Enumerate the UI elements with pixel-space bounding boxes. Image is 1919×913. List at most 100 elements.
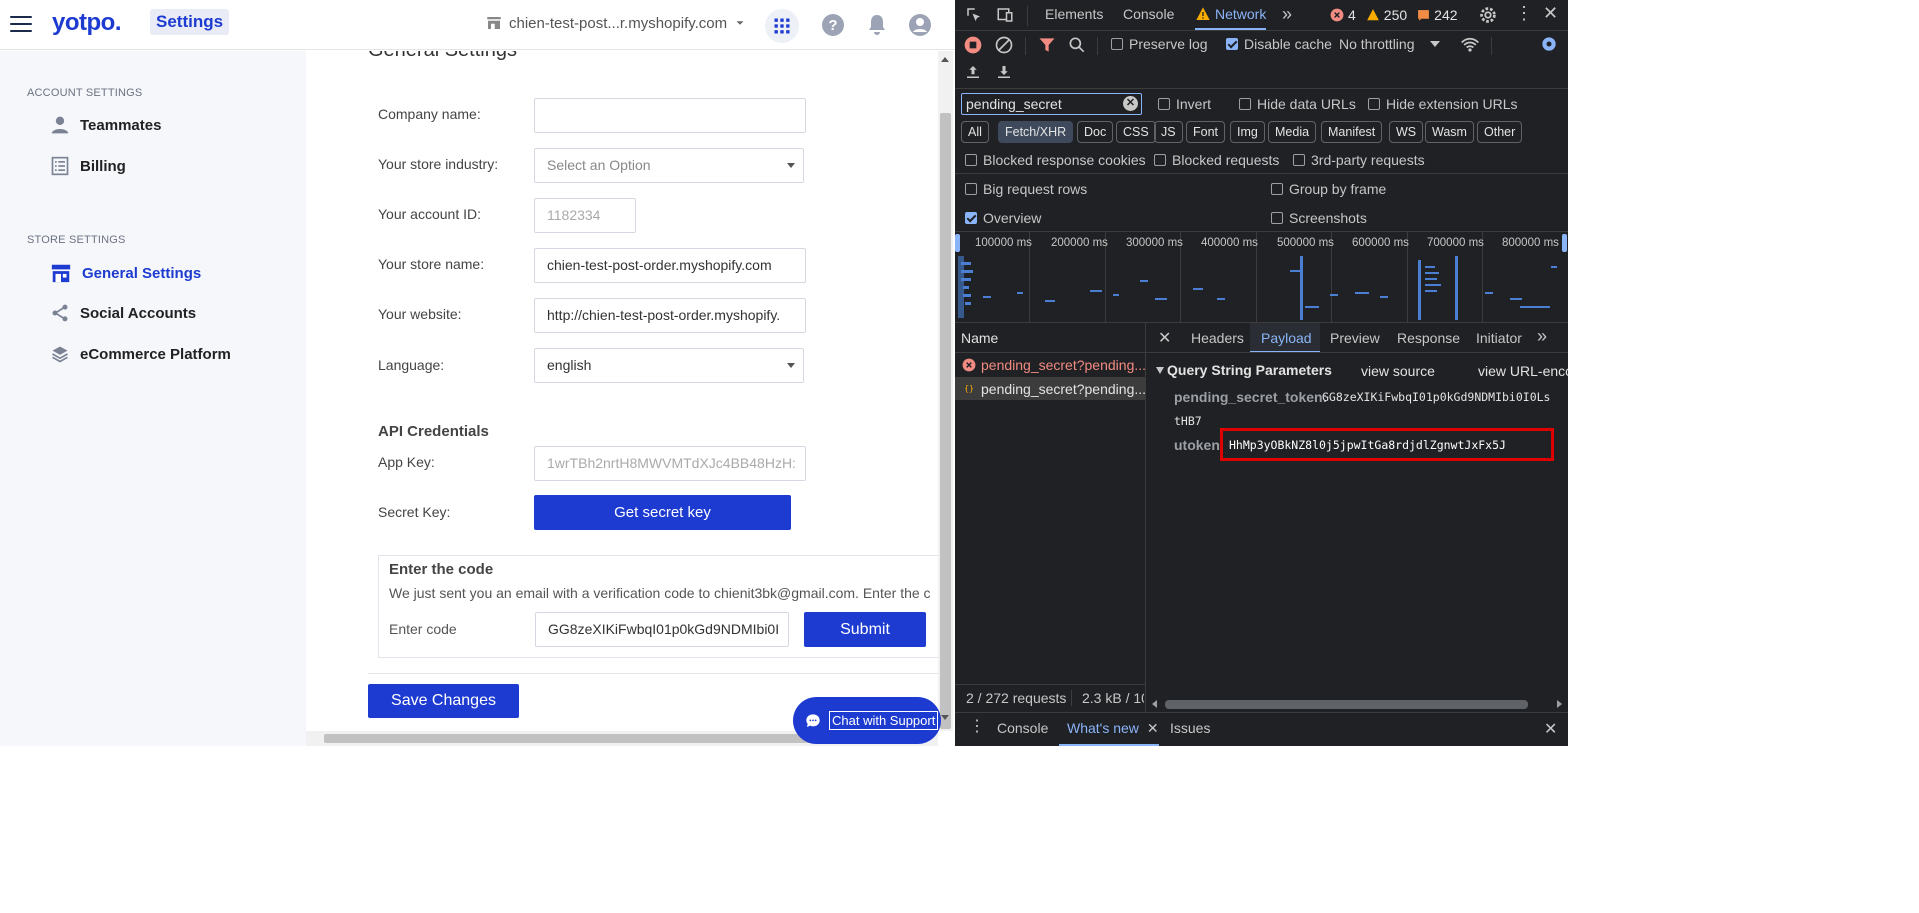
close-tab-icon[interactable]: ✕ [1147, 720, 1159, 736]
preserve-log-checkbox[interactable]: Preserve log [1111, 36, 1208, 52]
blocked-cookies-checkbox[interactable]: Blocked response cookies [965, 152, 1146, 168]
view-source-link[interactable]: view source [1361, 363, 1435, 379]
store-industry-select[interactable]: Select an Option [534, 148, 804, 183]
tab-response[interactable]: Response [1397, 330, 1460, 346]
type-filter-all[interactable]: All [961, 121, 989, 143]
error-counter[interactable]: 4 250 242 [1330, 7, 1458, 23]
name-column-header[interactable]: Name [961, 330, 998, 346]
close-detail-icon[interactable]: ✕ [1158, 328, 1171, 348]
clear-icon[interactable] [994, 35, 1014, 55]
type-filter-wasm[interactable]: Wasm [1425, 121, 1474, 143]
sidebar-item-general-settings[interactable]: General Settings [50, 262, 201, 284]
type-filter-fetch-xhr[interactable]: Fetch/XHR [998, 121, 1074, 143]
utoken-value[interactable]: HhMp3yOBkNZ8l0j5jpwItGa8rdjdlZgnwtJxFx5J [1229, 438, 1506, 452]
gear-icon[interactable] [1477, 4, 1499, 26]
record-stop-icon[interactable] [963, 35, 983, 55]
tab-preview[interactable]: Preview [1330, 330, 1380, 346]
type-filter-manifest[interactable]: Manifest [1321, 121, 1383, 143]
vertical-scrollbar[interactable] [938, 51, 953, 731]
group-by-frame-checkbox[interactable]: Group by frame [1271, 181, 1386, 197]
bell-icon[interactable] [865, 13, 889, 37]
more-subtabs-icon[interactable]: » [1537, 326, 1547, 347]
type-filter-img[interactable]: Img [1230, 121, 1265, 143]
apps-grid-icon[interactable] [765, 9, 799, 43]
invert-checkbox[interactable]: Invert [1158, 96, 1211, 112]
big-request-rows-checkbox[interactable]: Big request rows [965, 181, 1087, 197]
drawer-menu-icon[interactable]: ⋮ [969, 718, 985, 736]
throttling-select[interactable]: No throttling [1339, 36, 1441, 52]
sidebar-item-billing[interactable]: Billing [50, 156, 126, 176]
type-filter-js[interactable]: JS [1154, 121, 1183, 143]
timeline-range-handle-right[interactable] [1562, 234, 1567, 252]
device-toolbar-icon[interactable] [995, 6, 1015, 24]
tab-payload[interactable]: Payload [1250, 323, 1320, 353]
sidebar-item-teammates[interactable]: Teammates [50, 115, 161, 135]
scrollbar-thumb[interactable] [1165, 700, 1528, 709]
yotpo-logo[interactable]: yotpo. [52, 9, 122, 37]
blocked-requests-checkbox[interactable]: Blocked requests [1154, 152, 1279, 168]
tab-console[interactable]: Console [1123, 6, 1174, 22]
overview-checkbox[interactable]: Overview [965, 210, 1041, 226]
drawer-tab-issues[interactable]: Issues [1170, 720, 1210, 736]
disable-cache-checkbox[interactable]: Disable cache [1226, 36, 1332, 52]
type-filter-other[interactable]: Other [1477, 121, 1523, 143]
filter-icon[interactable] [1037, 35, 1057, 55]
download-icon[interactable] [995, 63, 1013, 81]
company-name-input[interactable] [534, 98, 806, 133]
type-filter-font[interactable]: Font [1186, 121, 1226, 143]
tab-network[interactable]: Network [1195, 0, 1267, 30]
verification-code-input[interactable]: GG8zeXIKiFwbqI01p0kGd9NDMIbi0I [535, 612, 789, 647]
clear-filter-icon[interactable]: ✕ [1123, 96, 1138, 111]
view-url-encoded-link[interactable]: view URL-enco [1478, 363, 1568, 379]
close-drawer-icon[interactable]: ✕ [1544, 719, 1557, 739]
inspect-element-icon[interactable] [965, 6, 983, 24]
scrollbar-thumb[interactable] [940, 113, 951, 729]
type-filter-css[interactable]: CSS [1116, 121, 1156, 143]
network-conditions-icon[interactable] [1460, 35, 1480, 55]
request-row-selected[interactable]: {} pending_secret?pending... [955, 377, 1146, 400]
hide-data-urls-checkbox[interactable]: Hide data URLs [1239, 96, 1356, 112]
help-icon[interactable]: ? [821, 13, 845, 37]
type-filter-media[interactable]: Media [1268, 121, 1317, 143]
upload-icon[interactable] [964, 63, 982, 81]
param-value[interactable]: GG8zeXIKiFwbqI01p0kGd9NDMIbi0I0Ls [1322, 390, 1568, 404]
query-string-section[interactable]: Query String Parameters [1156, 362, 1332, 378]
store-name-input[interactable]: chien-test-post-order.myshopify.com [534, 248, 806, 283]
tab-elements[interactable]: Elements [1045, 6, 1103, 22]
scroll-down-arrow-icon[interactable] [941, 715, 949, 720]
app-key-field[interactable]: 1wrTBh2nrtH8MWVMTdXJc4BB48HzH: [534, 446, 806, 481]
detail-horizontal-scrollbar[interactable] [1147, 697, 1568, 711]
hide-extension-urls-checkbox[interactable]: Hide extension URLs [1368, 96, 1518, 112]
more-options-icon[interactable]: ⋮ [1515, 4, 1533, 22]
hamburger-menu-icon[interactable] [10, 16, 32, 34]
close-devtools-icon[interactable]: ✕ [1543, 3, 1558, 24]
scroll-right-arrow-icon[interactable] [1557, 700, 1562, 708]
type-filter-ws[interactable]: WS [1389, 121, 1424, 143]
timeline-range-handle-left[interactable] [955, 234, 960, 252]
sidebar-item-social-accounts[interactable]: Social Accounts [50, 303, 196, 323]
scroll-left-arrow-icon[interactable] [1152, 700, 1157, 708]
drawer-tab-whats-new[interactable]: What's new ✕ [1059, 713, 1159, 746]
more-tabs-icon[interactable]: » [1282, 4, 1292, 25]
settings-gear-icon[interactable] [1539, 34, 1559, 54]
submit-button[interactable]: Submit [804, 612, 926, 647]
drawer-tab-console[interactable]: Console [997, 720, 1048, 736]
get-secret-key-button[interactable]: Get secret key [534, 495, 791, 530]
user-avatar-icon[interactable] [908, 13, 932, 37]
language-select[interactable]: english [534, 348, 804, 383]
website-input[interactable]: http://chien-test-post-order.myshopify. [534, 298, 806, 333]
scroll-up-arrow-icon[interactable] [941, 57, 949, 62]
save-changes-button[interactable]: Save Changes [368, 684, 519, 718]
store-selector[interactable]: chien-test-post...r.myshopify.com [485, 14, 747, 32]
tab-initiator[interactable]: Initiator [1476, 330, 1522, 346]
type-filter-doc[interactable]: Doc [1077, 121, 1114, 143]
sidebar-item-ecommerce-platform[interactable]: eCommerce Platform [50, 344, 231, 364]
request-row[interactable]: pending_secret?pending... [955, 354, 1146, 376]
dropdown-arrow-icon [787, 363, 795, 368]
chat-with-support-button[interactable]: Chat with Support [793, 697, 941, 744]
screenshots-checkbox[interactable]: Screenshots [1271, 210, 1367, 226]
third-party-checkbox[interactable]: 3rd-party requests [1293, 152, 1425, 168]
filter-input[interactable]: pending_secret ✕ [961, 93, 1142, 115]
tab-headers[interactable]: Headers [1191, 330, 1244, 346]
search-icon[interactable] [1067, 35, 1087, 55]
